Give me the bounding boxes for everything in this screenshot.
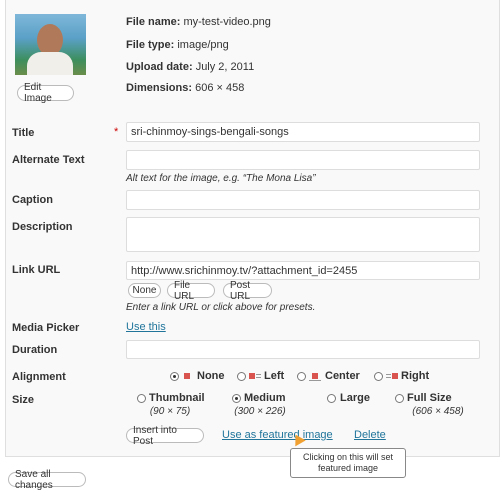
alt-text-label: Alternate Text	[12, 154, 85, 166]
file-type-value: image/png	[177, 39, 229, 51]
size-thumbnail-radio[interactable]	[137, 394, 146, 403]
title-label: Title	[12, 127, 35, 139]
dimensions-value: 606 × 458	[195, 82, 245, 94]
description-label: Description	[12, 221, 73, 233]
file-type-label: File type:	[126, 39, 175, 51]
duration-input[interactable]	[126, 340, 480, 359]
attachment-thumbnail	[15, 14, 86, 75]
align-center-icon	[309, 372, 321, 381]
align-left-label: Left	[264, 370, 285, 382]
size-medium-radio[interactable]	[232, 394, 241, 403]
align-none-label: None	[197, 370, 225, 382]
size-full-radio[interactable]	[395, 394, 404, 403]
dimensions-row: Dimensions: 606 × 458	[126, 82, 244, 94]
link-url-label: Link URL	[12, 264, 61, 276]
size-label: Size	[12, 394, 35, 406]
required-marker: *	[114, 126, 119, 138]
insert-into-post-button[interactable]: Insert into Post	[126, 425, 204, 447]
delete-link[interactable]: Delete	[354, 429, 386, 441]
size-medium-label: Medium	[244, 392, 286, 404]
use-this-link[interactable]: Use this	[126, 321, 166, 333]
upload-date-row: Upload date: July 2, 2011	[126, 61, 254, 73]
dimensions-label: Dimensions:	[126, 82, 193, 94]
size-full-dims: (606 × 458)	[412, 406, 464, 417]
align-right-icon	[386, 372, 398, 381]
duration-label: Duration	[12, 344, 58, 356]
caption-label: Caption	[12, 194, 53, 206]
edit-image-button[interactable]: Edit Image	[17, 82, 74, 104]
alt-text-input[interactable]	[126, 150, 480, 170]
link-url-help: Enter a link URL or click above for pres…	[126, 302, 316, 313]
upload-date-value: July 2, 2011	[195, 61, 255, 73]
file-type-row: File type: image/png	[126, 39, 229, 51]
align-center-radio[interactable]	[297, 372, 306, 381]
save-all-changes-button[interactable]: Save all changes	[8, 469, 86, 491]
caption-input[interactable]	[126, 190, 480, 210]
use-as-featured-image-link[interactable]: Use as featured image	[222, 429, 333, 441]
align-center-label: Center	[325, 370, 360, 382]
alt-text-help: Alt text for the image, e.g. “The Mona L…	[126, 173, 316, 184]
size-thumbnail-label: Thumbnail	[149, 392, 205, 404]
featured-image-tooltip: Clicking on this will set featured image	[290, 448, 406, 478]
title-input[interactable]: sri-chinmoy-sings-bengali-songs	[126, 122, 480, 142]
align-right-radio[interactable]	[374, 372, 383, 381]
alignment-label: Alignment	[12, 371, 66, 383]
description-textarea[interactable]	[126, 217, 480, 252]
media-picker-label: Media Picker	[12, 322, 80, 334]
thumbnail-body	[27, 52, 73, 75]
align-left-radio[interactable]	[237, 372, 246, 381]
size-full-label: Full Size	[407, 392, 452, 404]
size-thumbnail-dims: (90 × 75)	[149, 406, 191, 417]
align-none-icon	[182, 372, 194, 381]
align-left-icon	[249, 372, 261, 381]
link-none-button[interactable]: None	[128, 283, 161, 298]
file-name-row: File name: my-test-video.png	[126, 16, 271, 28]
file-name-label: File name:	[126, 16, 181, 28]
link-post-url-button[interactable]: Post URL	[223, 280, 272, 302]
align-right-label: Right	[401, 370, 430, 382]
file-name-value: my-test-video.png	[183, 16, 271, 28]
size-large-radio[interactable]	[327, 394, 336, 403]
size-medium-dims: (300 × 226)	[234, 406, 286, 417]
link-file-url-button[interactable]: File URL	[167, 280, 215, 302]
link-url-input[interactable]: http://www.srichinmoy.tv/?attachment_id=…	[126, 261, 480, 280]
align-none-radio[interactable]	[170, 372, 179, 381]
size-large-label: Large	[340, 392, 370, 404]
upload-date-label: Upload date:	[126, 61, 193, 73]
